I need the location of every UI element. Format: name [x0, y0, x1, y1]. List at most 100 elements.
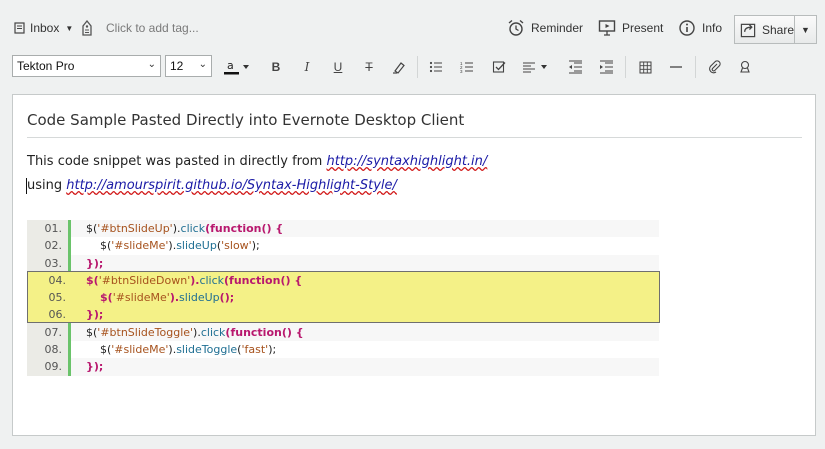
code-text: }); — [71, 254, 659, 272]
notebook-selector[interactable]: Inbox ▼ — [14, 21, 73, 35]
code-line: 04. $('#btnSlideDown').click(function() … — [28, 272, 659, 289]
line-number: 05. — [48, 291, 67, 304]
bold-button[interactable]: B — [267, 58, 285, 76]
chevron-down-icon: ⌄ — [147, 59, 156, 70]
bullet-list-icon — [429, 61, 442, 73]
encrypt-button[interactable] — [736, 58, 754, 76]
code-text: $('#btnSlideToggle').click(function() { — [71, 323, 659, 342]
syntax-style-link[interactable]: http://amourspirit.github.io/Syntax-High… — [66, 178, 397, 193]
italic-button[interactable]: I — [298, 58, 316, 76]
syntaxhighlight-link[interactable]: http://syntaxhighlight.in/ — [326, 154, 487, 169]
share-icon — [740, 23, 756, 37]
alarm-clock-icon — [508, 19, 524, 36]
font-size-value: 12 — [170, 59, 184, 73]
indent-button[interactable] — [597, 58, 615, 76]
highlighted-code-region: 04. $('#btnSlideDown').click(function() … — [27, 271, 660, 323]
info-icon — [679, 20, 695, 36]
present-label: Present — [622, 21, 664, 35]
note-header: Inbox ▼ Click to add tag... Reminder Pre… — [0, 0, 825, 52]
code-line: 03. }); — [27, 254, 659, 272]
font-color-icon: a — [224, 59, 249, 75]
font-size-select[interactable]: 12 ⌄ — [165, 55, 212, 77]
info-label: Info — [702, 21, 723, 35]
code-line: 05. $('#slideMe').slideUp(); — [28, 289, 659, 306]
notebook-icon — [14, 22, 25, 34]
code-text: $('#btnSlideDown').click(function() { — [86, 274, 303, 287]
svg-text:a: a — [227, 59, 234, 72]
note-editor[interactable]: Code Sample Pasted Directly into Evernot… — [12, 94, 816, 436]
horizontal-rule-icon — [670, 66, 682, 68]
font-family-select[interactable]: Tekton Pro ⌄ — [12, 55, 161, 77]
line-number: 08. — [27, 341, 71, 359]
share-dropdown-icon[interactable]: ▼ — [795, 25, 816, 35]
note-paragraph-1: This code snippet was pasted in directly… — [27, 154, 487, 169]
info-button[interactable]: Info — [678, 19, 722, 37]
code-line: 02. $('#slideMe').slideUp('slow'); — [27, 237, 659, 255]
numbered-list-button[interactable]: 123 — [458, 58, 476, 76]
paragraph-text: This code snippet was pasted in directly… — [27, 154, 327, 169]
paragraph-text: using — [27, 178, 67, 193]
divider — [417, 56, 418, 78]
outdent-button[interactable] — [566, 58, 584, 76]
table-icon — [639, 61, 651, 73]
code-text: $('#slideMe').slideUp(); — [100, 291, 235, 304]
code-text: }); — [86, 308, 104, 321]
chevron-down-icon: ⌄ — [198, 59, 207, 70]
horizontal-rule-button[interactable] — [667, 58, 685, 76]
code-line: 07. $('#btnSlideToggle').click(function(… — [27, 323, 659, 342]
strikethrough-icon: T — [365, 60, 373, 74]
line-number: 01. — [27, 220, 71, 238]
font-family-value: Tekton Pro — [17, 59, 75, 73]
align-left-icon — [523, 62, 547, 73]
table-button[interactable] — [636, 58, 654, 76]
bullet-list-button[interactable] — [427, 58, 445, 76]
note-paragraph-2: using http://amourspirit.github.io/Synta… — [27, 178, 397, 193]
underline-button[interactable]: U — [329, 58, 347, 76]
line-number: 09. — [27, 358, 71, 376]
note-title[interactable]: Code Sample Pasted Directly into Evernot… — [27, 111, 464, 129]
font-color-button[interactable]: a — [223, 58, 253, 76]
svg-text:3: 3 — [460, 69, 463, 74]
code-text: $('#slideMe').slideUp('slow'); — [71, 237, 659, 255]
alignment-button[interactable] — [522, 58, 554, 76]
reminder-label: Reminder — [531, 21, 584, 35]
reminder-button[interactable]: Reminder — [507, 19, 583, 37]
outdent-icon — [568, 60, 582, 74]
numbered-list-icon: 123 — [460, 61, 473, 74]
format-toolbar: Tekton Pro ⌄ 12 ⌄ a B I U T 123 — [0, 52, 825, 82]
line-number: 03. — [27, 254, 71, 272]
line-number: 06. — [48, 308, 67, 321]
code-line: 01. $('#btnSlideUp').click(function() { — [27, 220, 659, 238]
bold-icon: B — [271, 60, 281, 74]
highlighter-icon — [393, 62, 405, 74]
line-number: 02. — [27, 237, 71, 255]
divider — [625, 56, 626, 78]
share-button[interactable]: Share ▼ — [734, 15, 817, 44]
share-main[interactable]: Share — [735, 16, 795, 43]
present-button[interactable]: Present — [598, 19, 663, 37]
indent-icon — [599, 60, 613, 74]
tag-input[interactable]: Click to add tag... — [106, 21, 199, 35]
checkbox-icon — [492, 61, 506, 73]
line-number: 07. — [27, 323, 71, 342]
code-line: 08. $('#slideMe').slideToggle('fast'); — [27, 341, 659, 359]
line-number: 04. — [48, 274, 67, 287]
checkbox-button[interactable] — [490, 58, 508, 76]
lock-icon — [740, 60, 750, 73]
presentation-icon — [598, 20, 616, 36]
italic-icon: I — [304, 60, 310, 74]
attachment-button[interactable] — [706, 58, 724, 76]
chevron-down-icon: ▼ — [65, 23, 74, 33]
divider — [695, 56, 696, 78]
code-text: $('#btnSlideUp').click(function() { — [71, 220, 659, 238]
paperclip-icon — [709, 60, 721, 74]
code-text: $('#slideMe').slideToggle('fast'); — [71, 341, 659, 359]
title-divider — [27, 137, 802, 138]
tag-icon[interactable] — [80, 20, 94, 36]
highlight-button[interactable] — [390, 58, 408, 76]
strikethrough-button[interactable]: T — [360, 58, 378, 76]
code-line: 06. }); — [28, 306, 659, 323]
underline-icon: U — [333, 60, 343, 74]
code-text: }); — [71, 358, 659, 376]
code-line: 09. }); — [27, 358, 659, 376]
